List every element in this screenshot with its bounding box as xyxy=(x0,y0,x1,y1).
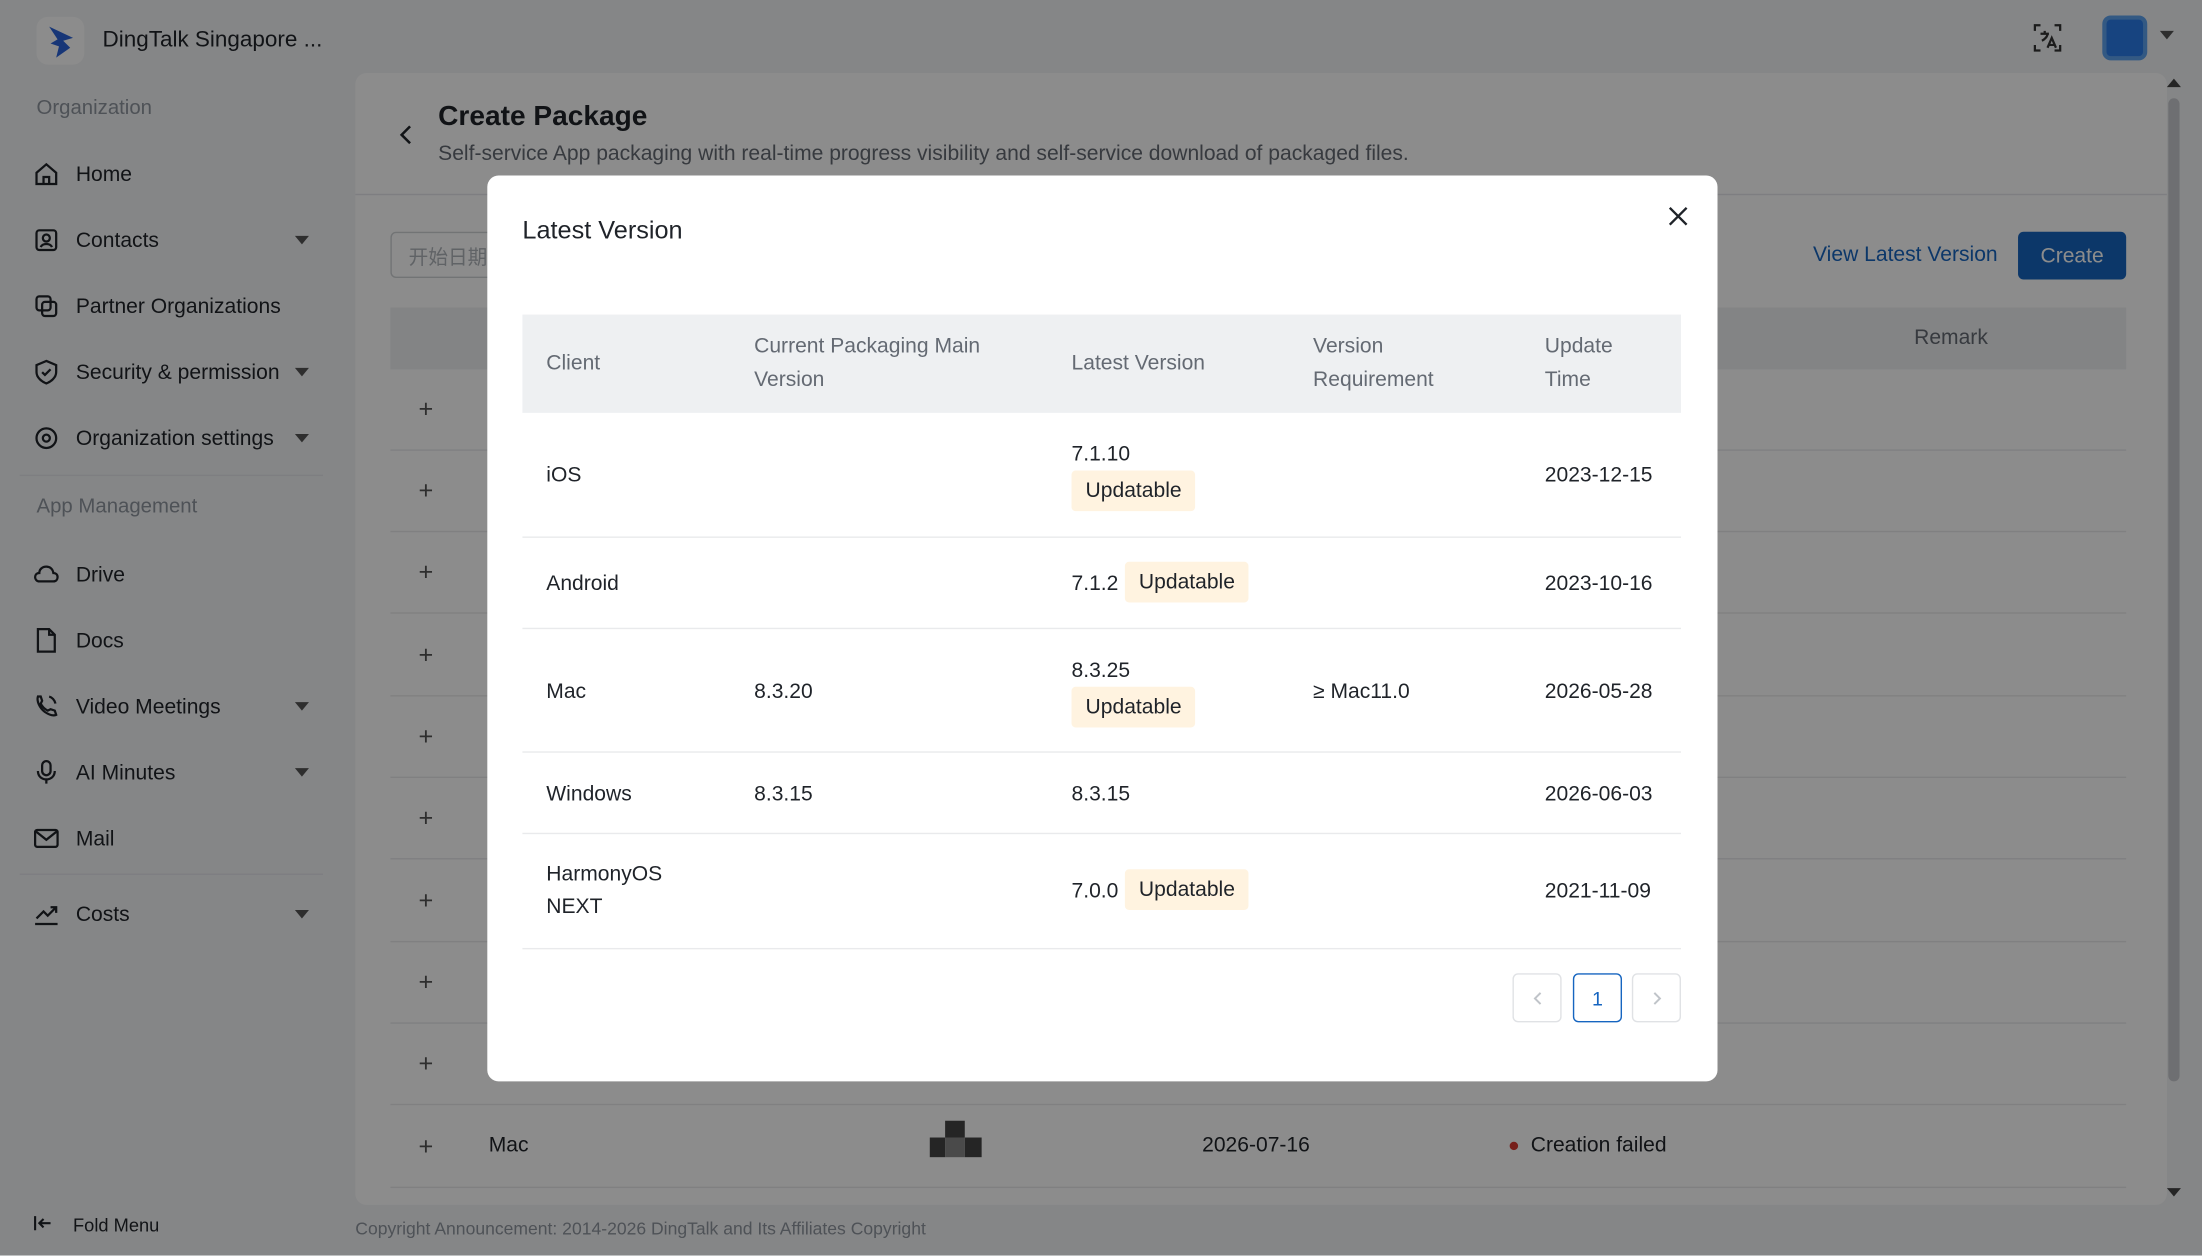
cell-current-version: 8.3.15 xyxy=(754,782,813,807)
latest-version-modal: Latest Version Client Current Packaging … xyxy=(487,175,1718,1082)
close-icon[interactable] xyxy=(1666,204,1691,229)
cell-latest-version: 8.3.15 xyxy=(1071,782,1131,807)
latest-version-table: Client Current Packaging Main Version La… xyxy=(522,314,1681,950)
cell-client: Mac xyxy=(546,679,587,704)
cell-update-time: 2023-12-15 xyxy=(1544,463,1653,488)
cell-client: Android xyxy=(546,571,619,596)
updatable-badge: Updatable xyxy=(1071,686,1196,728)
column-header-client: Client xyxy=(546,351,601,375)
cell-client: HarmonyOS NEXT xyxy=(546,862,663,919)
cell-current-version: 8.3.20 xyxy=(754,679,813,704)
table-row: Android 7.1.2 Updatable 2023-10-16 xyxy=(522,538,1681,630)
column-header-update-time: Update Time xyxy=(1544,334,1613,392)
cell-version-requirement: ≥ Mac11.0 xyxy=(1313,679,1410,704)
table-row: Windows 8.3.15 8.3.15 2026-06-03 xyxy=(522,753,1681,835)
table-header: Client Current Packaging Main Version La… xyxy=(522,314,1681,413)
cell-update-time: 2026-06-03 xyxy=(1544,782,1653,807)
prev-page-button[interactable] xyxy=(1512,973,1562,1023)
modal-title: Latest Version xyxy=(522,216,683,245)
table-row: HarmonyOS NEXT 7.0.0 Updatable 2021-11-0… xyxy=(522,834,1681,950)
column-header-version-requirement: Version Requirement xyxy=(1313,334,1434,392)
next-page-button[interactable] xyxy=(1631,973,1681,1023)
column-header-current-version: Current Packaging Main Version xyxy=(754,334,981,392)
cell-latest-version: 8.3.25 xyxy=(1071,658,1131,683)
table-row: Mac 8.3.20 8.3.25 Updatable ≥ Mac11.0 20… xyxy=(522,629,1681,753)
cell-client: Windows xyxy=(546,782,632,807)
table-row: iOS 7.1.10 Updatable 2023-12-15 xyxy=(522,413,1681,538)
cell-latest-version: 7.1.10 xyxy=(1071,442,1131,467)
updatable-badge: Updatable xyxy=(1124,869,1250,911)
cell-update-time: 2021-11-09 xyxy=(1544,879,1651,903)
cell-update-time: 2026-05-28 xyxy=(1544,679,1653,704)
cell-latest-version: 7.0.0 xyxy=(1071,879,1119,903)
app-window: DingTalk Singapore ... Organization Home… xyxy=(0,0,2202,1256)
page-number-button[interactable]: 1 xyxy=(1572,973,1623,1023)
cell-update-time: 2023-10-16 xyxy=(1544,571,1653,596)
column-header-latest-version: Latest Version xyxy=(1071,351,1206,375)
updatable-badge: Updatable xyxy=(1071,470,1196,512)
cell-latest-version: 7.1.2 xyxy=(1071,571,1119,596)
cell-client: iOS xyxy=(546,463,582,488)
updatable-badge: Updatable xyxy=(1124,561,1250,603)
